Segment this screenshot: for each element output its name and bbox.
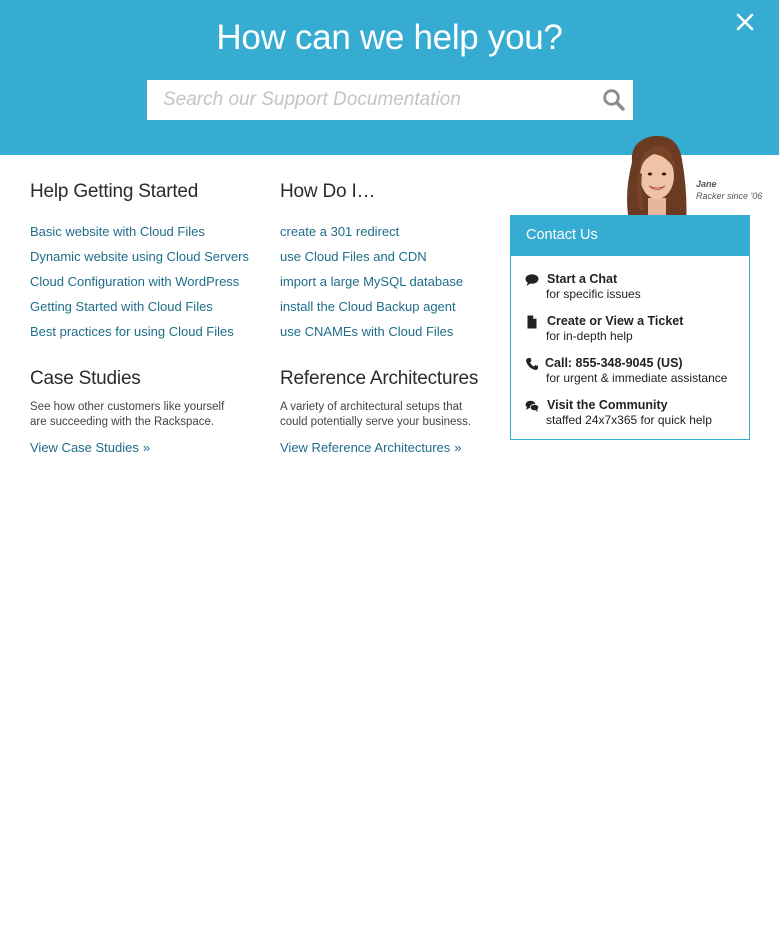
how-do-i-section: How Do I… create a 301 redirect use Clou… (280, 181, 500, 344)
contact-us-title: Contact Us (526, 227, 598, 243)
section-heading: Reference Architectures (280, 368, 479, 389)
chat-icon (525, 274, 539, 286)
contact-item-title: Visit the Community (547, 398, 668, 412)
racker-name: Jane (696, 179, 717, 189)
racker-tagline: Racker since '06 (696, 191, 763, 201)
contact-item-subtitle: staffed 24x7x365 for quick help (546, 413, 712, 427)
reference-architectures-description: A variety of architectural setups that c… (280, 401, 472, 428)
help-link[interactable]: Getting Started with Cloud Files (30, 299, 213, 314)
view-reference-architectures-link[interactable]: View Reference Architectures» (280, 440, 462, 455)
link-label: View Case Studies (30, 440, 139, 455)
section-heading: How Do I… (280, 181, 376, 202)
view-case-studies-link[interactable]: View Case Studies» (30, 440, 150, 455)
search-input[interactable] (147, 80, 587, 120)
how-do-i-link[interactable]: create a 301 redirect (280, 224, 399, 239)
help-links-list: Basic website with Cloud Files Dynamic w… (30, 219, 270, 344)
close-icon (736, 13, 754, 31)
section-heading: Help Getting Started (30, 181, 199, 202)
how-do-i-link[interactable]: use Cloud Files and CDN (280, 249, 427, 264)
contact-item-title: Start a Chat (547, 272, 618, 286)
phone-icon (526, 358, 538, 370)
search-button[interactable] (595, 80, 633, 120)
help-link[interactable]: Best practices for using Cloud Files (30, 324, 234, 339)
how-do-i-link[interactable]: use CNAMEs with Cloud Files (280, 324, 453, 339)
link-arrow: » (142, 440, 151, 455)
how-do-i-link[interactable]: install the Cloud Backup agent (280, 299, 456, 314)
how-do-i-link[interactable]: import a large MySQL database (280, 274, 463, 289)
search-icon (603, 89, 625, 111)
help-link[interactable]: Basic website with Cloud Files (30, 224, 205, 239)
contact-item-title: Create or View a Ticket (547, 314, 684, 328)
contact-item-title: Call: 855-348-9045 (US) (545, 356, 683, 370)
link-label: View Reference Architectures (280, 440, 451, 455)
help-link[interactable]: Dynamic website using Cloud Servers (30, 249, 249, 264)
section-heading: Case Studies (30, 368, 141, 389)
help-getting-started-section: Help Getting Started Basic website with … (30, 181, 270, 344)
contact-us-header: Contact Us (511, 216, 749, 256)
contact-item-subtitle: for urgent & immediate assistance (546, 371, 728, 385)
reference-architectures-section: Reference Architectures A variety of arc… (280, 368, 505, 457)
page-title: How can we help you? (216, 18, 563, 57)
contact-item-subtitle: for specific issues (546, 287, 641, 301)
contact-us-panel: Contact Us Start a Chat for specific iss… (510, 215, 750, 440)
how-do-i-links-list: create a 301 redirect use Cloud Files an… (280, 219, 500, 344)
link-arrow: » (454, 440, 462, 455)
close-button[interactable] (731, 8, 759, 36)
search-box (147, 80, 633, 120)
case-studies-description: See how other customers like yourself ar… (30, 401, 225, 428)
help-link[interactable]: Cloud Configuration with WordPress (30, 274, 239, 289)
community-icon (525, 400, 539, 412)
case-studies-section: Case Studies See how other customers lik… (30, 368, 270, 457)
contact-item-subtitle: for in-depth help (546, 329, 633, 343)
document-icon (527, 315, 537, 329)
